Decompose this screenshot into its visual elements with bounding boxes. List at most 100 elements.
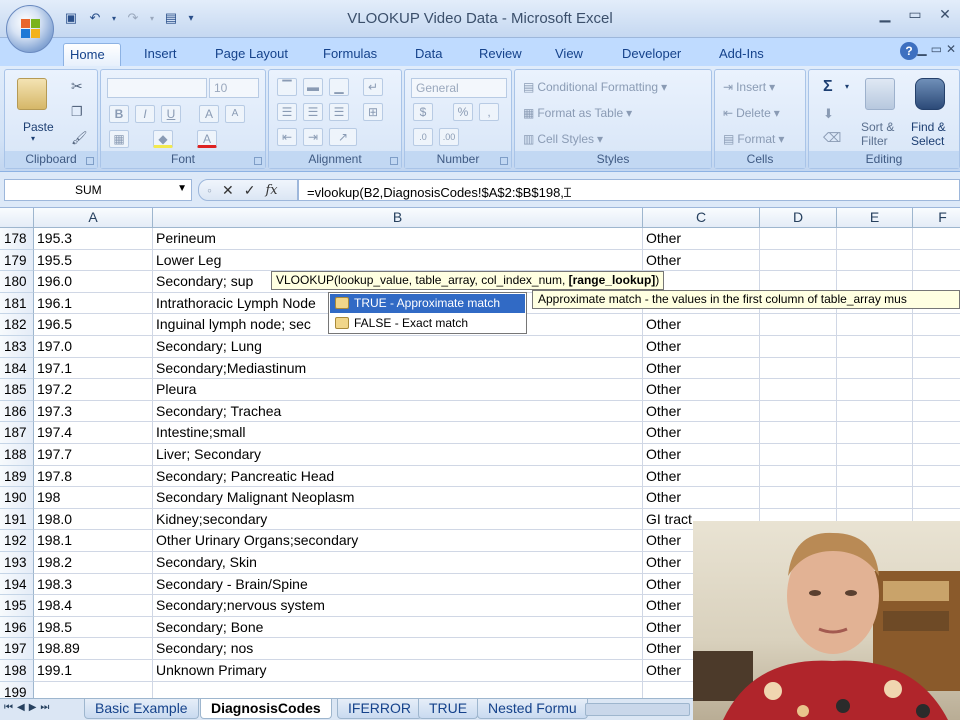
- cell-a[interactable]: 198.1: [34, 530, 153, 552]
- cell-a[interactable]: 197.7: [34, 444, 153, 466]
- sort-filter-label-2[interactable]: Filter: [861, 134, 888, 148]
- row-header[interactable]: 193: [0, 552, 34, 574]
- merge-center-icon[interactable]: ⊞: [363, 103, 383, 121]
- cell-c[interactable]: Other: [643, 465, 760, 488]
- row-header[interactable]: 180: [0, 271, 34, 293]
- number-format-select[interactable]: General: [411, 78, 507, 98]
- align-top-icon[interactable]: ▔: [277, 78, 297, 96]
- cell-f[interactable]: [913, 336, 960, 358]
- format-painter-icon[interactable]: 🖌: [71, 130, 88, 146]
- font-launcher-icon[interactable]: [254, 157, 262, 165]
- help-icon[interactable]: ?: [900, 42, 918, 60]
- cell-b[interactable]: Unknown Primary: [153, 660, 643, 682]
- column-header-d[interactable]: D: [760, 208, 837, 228]
- cell-f[interactable]: [913, 487, 960, 509]
- increase-indent-icon[interactable]: ⇥: [303, 128, 323, 146]
- cell-a[interactable]: 197.2: [34, 379, 153, 401]
- font-color-icon[interactable]: A: [197, 130, 217, 148]
- cell-a[interactable]: 197.0: [34, 336, 153, 358]
- column-header-f[interactable]: F: [913, 208, 960, 228]
- row-header[interactable]: 191: [0, 508, 34, 531]
- cell-e[interactable]: [837, 249, 913, 272]
- column-header-a[interactable]: A: [34, 208, 153, 228]
- cell-d[interactable]: [760, 465, 837, 488]
- cell-a[interactable]: 196.1: [34, 292, 153, 315]
- align-right-icon[interactable]: ☰: [329, 103, 349, 121]
- cell-d[interactable]: [760, 444, 837, 466]
- cell-d[interactable]: [760, 314, 837, 336]
- cell-d[interactable]: [760, 357, 837, 380]
- sort-filter-icon[interactable]: [865, 78, 895, 110]
- cell-b[interactable]: Lower Leg: [153, 249, 643, 272]
- format-as-table-button[interactable]: ▦ Format as Table ▾: [523, 106, 632, 120]
- cell-a[interactable]: 198.3: [34, 573, 153, 596]
- cell-d[interactable]: [760, 249, 837, 272]
- autosum-icon[interactable]: Σ: [823, 78, 833, 96]
- format-cells-button[interactable]: ▤ Format ▾: [723, 132, 784, 146]
- tab-review[interactable]: Review: [473, 43, 528, 66]
- cell-c[interactable]: Other: [643, 336, 760, 358]
- cell-f[interactable]: [913, 358, 960, 380]
- cell-f[interactable]: [913, 422, 960, 444]
- row-header[interactable]: 184: [0, 357, 34, 380]
- clear-icon[interactable]: ⌫: [823, 130, 841, 146]
- underline-button[interactable]: U: [161, 105, 181, 123]
- cell-a[interactable]: 196.0: [34, 271, 153, 293]
- cell-e[interactable]: [837, 379, 913, 401]
- increase-decimal-icon[interactable]: .0: [413, 128, 433, 146]
- cell-e[interactable]: [837, 422, 913, 444]
- row-header[interactable]: 182: [0, 314, 34, 336]
- cell-c[interactable]: Other: [643, 379, 760, 401]
- cell-c[interactable]: Other: [643, 249, 760, 272]
- row-header[interactable]: 187: [0, 422, 34, 444]
- cell-styles-button[interactable]: ▥ Cell Styles ▾: [523, 132, 603, 146]
- cell-b[interactable]: Secondary - Brain/Spine: [153, 573, 643, 596]
- cell-d[interactable]: [760, 422, 837, 444]
- cell-e[interactable]: [837, 400, 913, 423]
- cell-a[interactable]: 195.5: [34, 249, 153, 272]
- workbook-close-icon[interactable]: ✕: [946, 42, 956, 56]
- row-header[interactable]: 194: [0, 573, 34, 596]
- cell-c[interactable]: Other: [643, 422, 760, 444]
- sheet-tab-basic-example[interactable]: Basic Example: [84, 699, 199, 719]
- cell-b[interactable]: Intestine;small: [153, 422, 643, 444]
- cell-f[interactable]: [913, 314, 960, 336]
- cell-a[interactable]: 198.5: [34, 616, 153, 639]
- cell-b[interactable]: Secondary; Lung: [153, 336, 643, 358]
- sheet-tab-true[interactable]: TRUE: [418, 699, 479, 719]
- last-sheet-icon[interactable]: ⏭: [40, 702, 49, 713]
- next-sheet-icon[interactable]: ▶: [29, 702, 37, 713]
- number-launcher-icon[interactable]: [500, 157, 508, 165]
- cell-b[interactable]: Secondary Malignant Neoplasm: [153, 487, 643, 509]
- cell-c[interactable]: Other: [643, 228, 760, 250]
- cell-a[interactable]: 198.0: [34, 508, 153, 531]
- cell-f[interactable]: [913, 379, 960, 401]
- row-header[interactable]: 197: [0, 638, 34, 660]
- clipboard-launcher-icon[interactable]: [86, 157, 94, 165]
- cell-b[interactable]: Secondary;Mediastinum: [153, 357, 643, 380]
- conditional-formatting-button[interactable]: ▤ Conditional Formatting ▾: [523, 80, 667, 94]
- minimize-icon[interactable]: ▁: [870, 0, 900, 28]
- horizontal-scrollbar[interactable]: [585, 703, 690, 716]
- autosum-dropdown-icon[interactable]: ▾: [845, 82, 849, 91]
- cell-a[interactable]: 198.89: [34, 638, 153, 660]
- cell-a[interactable]: 196.5: [34, 314, 153, 336]
- cell-e[interactable]: [837, 314, 913, 336]
- row-header[interactable]: 185: [0, 379, 34, 401]
- cell-e[interactable]: [837, 228, 913, 250]
- decrease-indent-icon[interactable]: ⇤: [277, 128, 297, 146]
- cell-d[interactable]: [760, 379, 837, 401]
- binoculars-icon[interactable]: [915, 78, 945, 110]
- cell-f[interactable]: [913, 228, 960, 250]
- find-select-label-2[interactable]: Select: [911, 134, 944, 148]
- italic-button[interactable]: I: [135, 105, 155, 123]
- percent-button[interactable]: %: [453, 103, 473, 121]
- currency-button[interactable]: $: [413, 103, 433, 121]
- workbook-restore-icon[interactable]: ▭: [931, 42, 942, 56]
- cell-b[interactable]: Secondary; nos: [153, 638, 643, 660]
- tab-home[interactable]: Home: [63, 43, 121, 66]
- office-button[interactable]: [6, 5, 54, 53]
- cell-e[interactable]: [837, 465, 913, 488]
- cell-d[interactable]: [760, 487, 837, 509]
- row-header[interactable]: 179: [0, 249, 34, 272]
